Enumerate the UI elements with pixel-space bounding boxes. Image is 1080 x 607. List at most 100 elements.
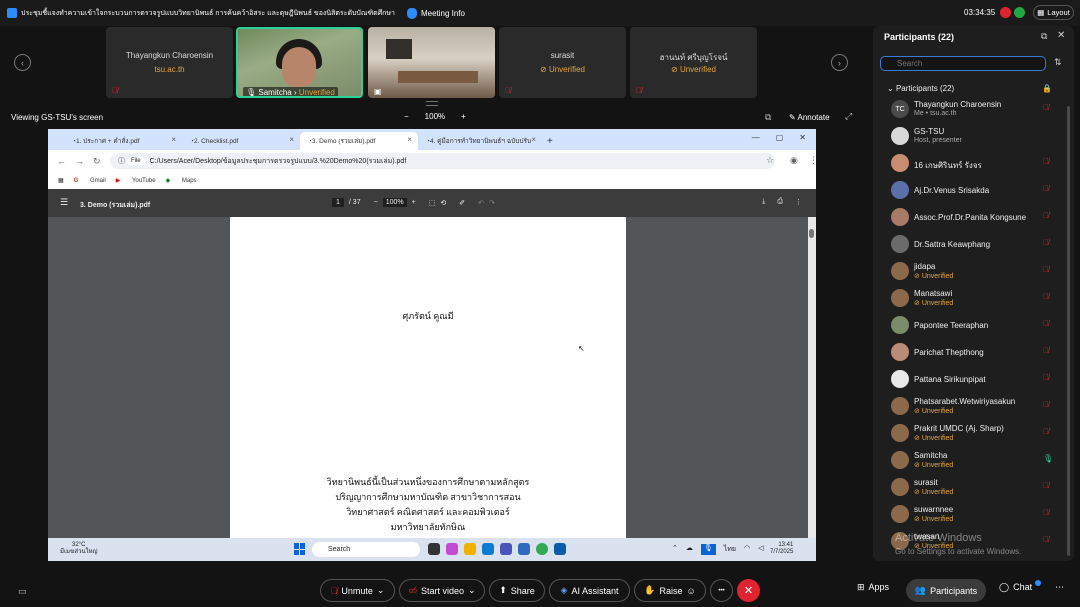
mic-muted-icon[interactable]: 🎙̸: [1043, 157, 1049, 166]
shield-icon[interactable]: [406, 7, 417, 19]
connection-status-icon[interactable]: [1014, 7, 1025, 18]
zoom-in-button[interactable]: +: [461, 112, 466, 121]
video-tile-presenter[interactable]: ▣: [368, 27, 495, 98]
participant-row[interactable]: Phatsarabet.Wetwiriyasakun ⊘ Unverified 🎙̸: [873, 393, 1066, 419]
next-page-button[interactable]: ›: [831, 54, 848, 71]
microphone-icon[interactable]: 🎙: [700, 544, 716, 555]
participant-row[interactable]: Papontee Teeraphan 🎙̸: [873, 312, 1066, 338]
forward-icon[interactable]: →: [75, 156, 84, 166]
tab-close-icon[interactable]: ×: [171, 135, 176, 144]
fit-page-icon[interactable]: ⬚: [429, 199, 436, 207]
mic-muted-icon[interactable]: 🎙̸: [1043, 238, 1049, 247]
menu-icon[interactable]: ☰: [60, 197, 68, 208]
participant-row[interactable]: Prakrit UMDC (Aj. Sharp) ⊘ Unverified 🎙̸: [873, 420, 1066, 446]
mic-muted-icon[interactable]: 🎙̸: [1043, 292, 1049, 301]
more-icon[interactable]: ⋮: [795, 198, 802, 206]
reload-icon[interactable]: ↻: [93, 156, 101, 167]
participant-row[interactable]: Samitcha ⊘ Unverified 🎙: [873, 447, 1066, 473]
taskbar-search[interactable]: Search: [312, 542, 420, 557]
file-explorer-icon[interactable]: [464, 543, 476, 555]
pdf-scrollbar[interactable]: [808, 217, 816, 538]
bookmark-gmail[interactable]: G Gmail: [74, 178, 106, 184]
participant-row[interactable]: surasit ⊘ Unverified 🎙̸: [873, 474, 1066, 500]
teams-icon[interactable]: [500, 543, 512, 555]
redo-icon[interactable]: ↷: [489, 199, 495, 207]
weather-widget[interactable]: 32°C มีเมฆส่วนใหญ่: [60, 542, 98, 556]
chat-button[interactable]: ◯ Chat: [999, 582, 1032, 593]
participant-row[interactable]: 16 เกษศิรินทร์ รังจร 🎙̸: [873, 150, 1066, 176]
mic-muted-icon[interactable]: 🎙̸: [1043, 535, 1049, 544]
mic-muted-icon[interactable]: 🎙̸: [1043, 319, 1049, 328]
panel-scrollbar[interactable]: [1067, 106, 1070, 556]
tab-close-icon[interactable]: ×: [289, 135, 294, 144]
captions-icon[interactable]: ▭: [18, 586, 27, 597]
participant-row[interactable]: Parichat Thepthong 🎙̸: [873, 339, 1066, 365]
print-icon[interactable]: ⎙: [777, 198, 783, 206]
annotate-pdf-icon[interactable]: ✐: [459, 199, 465, 207]
close-icon[interactable]: ✕: [1057, 30, 1065, 41]
back-icon[interactable]: ←: [57, 156, 66, 166]
download-icon[interactable]: ⤓: [762, 198, 765, 206]
mic-muted-icon[interactable]: 🎙̸: [1043, 103, 1049, 112]
more-button[interactable]: •••: [710, 579, 733, 602]
language-indicator[interactable]: ไทย: [724, 544, 736, 555]
mic-muted-icon[interactable]: 🎙̸: [1043, 508, 1049, 517]
browser-tab[interactable]: ◔ 2. Checklist.pdf ×: [182, 132, 300, 150]
end-call-button[interactable]: ✕: [737, 579, 760, 602]
participant-row[interactable]: suwarnnee ⊘ Unverified 🎙̸: [873, 501, 1066, 527]
participant-row[interactable]: Pattana Sirikunpipat 🎙̸: [873, 366, 1066, 392]
mic-muted-icon[interactable]: 🎙̸: [1043, 184, 1049, 193]
popout-icon[interactable]: ⧉: [1041, 31, 1047, 42]
mic-muted-icon[interactable]: 🎙̸: [1043, 265, 1049, 274]
new-tab-button[interactable]: +: [542, 132, 560, 150]
undo-icon[interactable]: ↶: [478, 199, 484, 207]
scrollbar-thumb[interactable]: [809, 229, 814, 238]
resize-handle[interactable]: [426, 101, 438, 106]
maximize-icon[interactable]: ▢: [776, 133, 784, 142]
tab-close-icon[interactable]: ×: [531, 135, 536, 144]
video-tile-active-speaker[interactable]: 🎙 Samitcha › Unverified: [236, 27, 363, 98]
reactions-icon[interactable]: ☺: [687, 586, 696, 596]
chrome-icon[interactable]: [536, 543, 548, 555]
store-icon[interactable]: [518, 543, 530, 555]
kebab-menu-icon[interactable]: ⋮: [809, 155, 816, 166]
start-video-button[interactable]: ▭̸ Start video ⌄: [399, 579, 485, 602]
onedrive-icon[interactable]: ☁: [686, 544, 693, 555]
mic-muted-icon[interactable]: 🎙̸: [1043, 346, 1049, 355]
edge-icon[interactable]: [482, 543, 494, 555]
participants-group-header[interactable]: ⌄ Participants (22) 🔒: [887, 84, 1052, 93]
rotate-icon[interactable]: ⟲: [440, 199, 446, 207]
zoom-level[interactable]: 100%: [425, 112, 445, 121]
zoom-out-button[interactable]: −: [404, 112, 409, 121]
mic-on-icon[interactable]: 🎙: [1043, 454, 1053, 463]
lock-icon[interactable]: 🔒: [1042, 84, 1052, 93]
participant-search-input[interactable]: [880, 56, 1046, 71]
chevron-down-icon[interactable]: ⌄: [468, 585, 476, 596]
sort-icon[interactable]: ⇅: [1054, 57, 1062, 68]
page-number-input[interactable]: 1: [332, 198, 344, 207]
participant-row[interactable]: Aj.Dr.Venus Srisakda 🎙̸: [873, 177, 1066, 203]
browser-tab[interactable]: ◔ 4. คู่มือการทำวิทยานิพนธ์ฯ ฉบับปรับ ×: [418, 132, 542, 150]
video-tile[interactable]: ฮานนท์ ศรีบุญโรจน์ ⊘ Unverified 🎙̸: [630, 27, 757, 98]
minimize-icon[interactable]: —: [752, 133, 760, 142]
zoom-app-icon[interactable]: [554, 543, 566, 555]
fullscreen-icon[interactable]: ⤢: [845, 111, 852, 122]
pdf-viewer[interactable]: ศุภรัตน์ คูณมี วิทยานิพนธ์นี้เป็นส่วนหนึ…: [48, 217, 816, 538]
overflow-icon[interactable]: ⋯: [1055, 582, 1064, 593]
url-field[interactable]: ⓘ File C:/Users/Acer/Desktop/ข้อมูลประชุ…: [110, 153, 775, 169]
mic-muted-icon[interactable]: 🎙̸: [1043, 400, 1049, 409]
popout-icon[interactable]: ⧉: [765, 112, 771, 123]
layout-button[interactable]: ▦ Layout: [1033, 5, 1074, 20]
prev-page-button[interactable]: ‹: [14, 54, 31, 71]
share-button[interactable]: ⬆ Share: [489, 579, 545, 602]
zoom-out-icon[interactable]: −: [374, 199, 378, 206]
windows-start-icon[interactable]: [294, 543, 306, 555]
shared-screen[interactable]: ◔ 1. ประกาศ + คำสั่ง.pdf × ◔ 2. Checklist…: [48, 129, 816, 561]
bookmark-maps[interactable]: ◆ Maps: [166, 177, 197, 184]
raise-hand-button[interactable]: ✋ Raise ☺: [634, 579, 706, 602]
task-view-icon[interactable]: [428, 543, 440, 555]
participant-row[interactable]: jidapa ⊘ Unverified 🎙̸: [873, 258, 1066, 284]
participant-row[interactable]: TC Thayangkun Charoensin Me • tsu.ac.th 🎙̸: [873, 96, 1066, 122]
ai-assistant-button[interactable]: ◈ AI Assistant: [549, 579, 630, 602]
browser-tab-active[interactable]: ◔ 3. Demo (รวมเล่ม).pdf ×: [300, 132, 418, 150]
